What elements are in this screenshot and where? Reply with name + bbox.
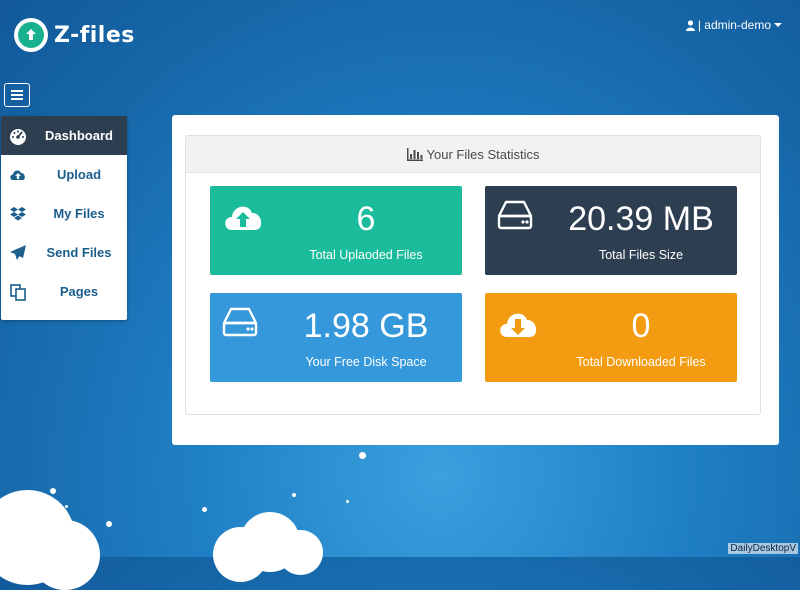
background-star [106,521,112,527]
sidebar-item-pages[interactable]: Pages [1,272,127,311]
statistics-header: Your Files Statistics [186,136,760,173]
copy-icon [10,284,26,301]
sidebar-item-send-files[interactable]: Send Files [1,233,127,272]
stat-card-files-size: 20.39 MB Total Files Size [485,186,737,275]
dashboard-icon [10,129,26,145]
background-star [65,505,68,508]
app-name: Z-files [54,22,135,48]
watermark-text: DailyDesktopV [728,543,798,554]
paper-plane-icon [10,245,26,260]
stat-card-uploaded-files: 6 Total Uplaoded Files [210,186,462,275]
background-cloud [278,530,323,575]
background-star [50,488,56,494]
hdd-icon [497,200,533,230]
statistics-box: Your Files Statistics 6 Total Uplaoded F… [185,135,761,415]
main-panel: Your Files Statistics 6 Total Uplaoded F… [172,115,779,445]
user-name: | admin-demo [697,18,771,32]
stat-label: Total Downloaded Files [576,355,706,369]
background-star [346,500,349,503]
background-star [292,493,296,497]
logo-badge [14,18,48,52]
sidebar-item-label: Send Files [46,245,112,260]
dropbox-icon [10,207,26,221]
stat-label: Your Free Disk Space [305,355,427,369]
sidebar-item-label: Upload [56,167,102,182]
stat-value: 1.98 GB [303,307,429,345]
bar-chart-icon [406,147,423,161]
sidebar-toggle-button[interactable] [4,83,30,107]
background-cloud [30,520,100,590]
sidebar: Dashboard Upload My Files Send Files Pag… [1,116,127,320]
cloud-download-icon [500,313,537,337]
stat-label: Total Files Size [598,248,684,262]
stat-value: 20.39 MB [568,200,714,238]
sidebar-item-my-files[interactable]: My Files [1,194,127,233]
stat-card-downloaded-files: 0 Total Downloaded Files [485,293,737,382]
sidebar-item-upload[interactable]: Upload [1,155,127,194]
sidebar-item-label: Pages [59,284,99,299]
hdd-icon [222,307,258,337]
stat-card-free-disk-space: 1.98 GB Your Free Disk Space [210,293,462,382]
stat-value: 0 [631,307,651,345]
app-logo[interactable]: Z-files [14,18,135,52]
user-icon [685,19,695,31]
sidebar-item-label: My Files [53,206,105,221]
stat-label: Total Uplaoded Files [309,248,423,262]
caret-down-icon [774,23,782,27]
cloud-upload-icon [10,170,25,180]
user-menu[interactable]: | admin-demo [685,18,782,32]
sidebar-item-label: Dashboard [45,128,113,143]
menu-icon [11,90,23,100]
statistics-title: Your Files Statistics [426,146,540,162]
background-star [359,452,366,459]
cloud-upload-icon [26,29,36,40]
stat-value: 6 [356,200,376,238]
background-star [202,507,207,512]
cloud-upload-icon [225,206,262,230]
sidebar-item-dashboard[interactable]: Dashboard [1,116,127,155]
